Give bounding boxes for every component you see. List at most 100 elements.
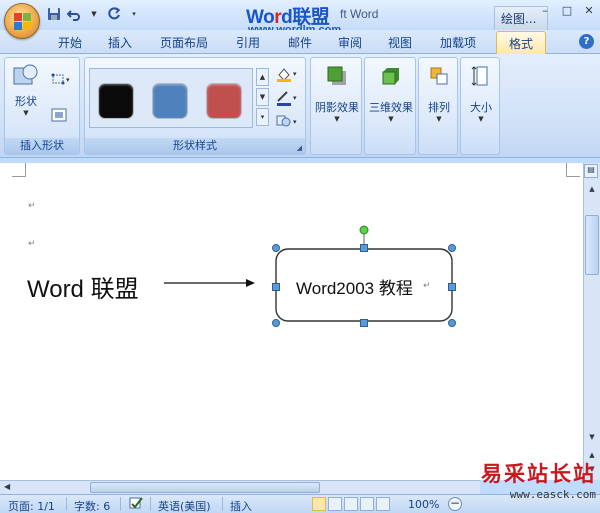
svg-text:▾: ▾ [66,76,70,84]
group-size: 大小 ▼ [460,57,500,155]
shapes-button[interactable]: 形状 ▼ [9,62,43,117]
scroll-down-arrow[interactable]: ▼ [586,433,598,445]
zoom-level[interactable]: 100% [408,498,439,511]
group-label-shape-styles: 形状样式 [85,138,305,154]
edge-handle-top [360,244,368,252]
shapes-icon [13,64,38,85]
vertical-scrollbar[interactable]: ▲ ▼ ▲ ▼ [583,163,600,480]
group-arrange: 排列 ▼ [418,57,458,155]
svg-text:▾: ▾ [293,118,297,126]
ribbon-tabs: 开始 插入 页面布局 引用 邮件 审阅 视图 加载项 格式 [0,30,600,55]
arrange-icon [430,67,448,85]
status-separator [222,497,223,511]
group-label-insert-shapes: 插入形状 [5,138,79,154]
close-button[interactable]: ✕ [582,4,596,17]
svg-text:▾: ▾ [293,94,297,102]
shape-style-black[interactable] [99,84,133,118]
size-icon [471,66,488,86]
site-watermark-cn: 易采站长站 [481,461,596,486]
size-button[interactable]: 大小 ▼ [463,64,499,123]
customize-qat-icon[interactable]: ▾ [126,6,142,22]
undo-icon[interactable] [66,6,82,22]
group-shape-styles: ▲ ▼ ▾ ▾ ▾ ▾ 形状样式 ◢ [84,57,306,155]
tab-review[interactable]: 审阅 [338,34,362,51]
text-box-icon[interactable] [51,108,67,125]
document-page[interactable]: ↵ ↵ Word 联盟 Word2003 教程 ↵ [0,163,583,480]
office-button[interactable] [4,3,40,39]
status-separator [66,497,67,511]
proofing-icon[interactable] [128,496,144,513]
window-title: ft Word [340,7,379,21]
scroll-up-arrow[interactable]: ▲ [586,185,598,197]
shadow-effects-button[interactable]: 阴影效果 ▼ [313,64,361,123]
corner-handle-tr [448,244,456,252]
site-watermark: 易采站长站 www.easck.com [481,458,596,501]
tab-references[interactable]: 引用 [236,34,260,51]
gallery-more[interactable]: ▾ [256,108,269,126]
full-screen-reading-view-icon[interactable] [328,497,342,511]
maximize-button[interactable]: □ [560,4,574,17]
page-corner-mark [566,163,580,177]
shape-outline-icon[interactable]: ▾ [275,90,301,109]
page-corner-mark [12,163,26,177]
3d-effects-icon [382,68,399,85]
3d-effects-button[interactable]: 三维效果 ▼ [367,64,415,123]
office-logo-icon [14,13,31,30]
horizontal-scrollbar[interactable]: ◀ [0,480,480,494]
dialog-launcher-icon[interactable]: ◢ [297,144,302,152]
shape-fill-icon[interactable]: ▾ [275,66,301,85]
web-layout-view-icon[interactable] [344,497,358,511]
gallery-scroll-down[interactable]: ▼ [256,88,269,106]
horizontal-scroll-thumb[interactable] [90,482,320,493]
view-ruler-button[interactable]: ▤ [584,164,598,178]
edge-handle-left [272,283,280,291]
corner-handle-bl [272,319,280,327]
window-controls: – □ ✕ [538,4,596,17]
outline-view-icon[interactable] [360,497,374,511]
tab-insert[interactable]: 插入 [108,34,132,51]
save-icon[interactable] [46,6,62,22]
tab-mailings[interactable]: 邮件 [288,34,312,51]
redo-icon[interactable] [106,6,122,22]
status-page[interactable]: 页面: 1/1 [8,498,55,513]
status-word-count[interactable]: 字数: 6 [74,498,110,513]
edit-shape-icon[interactable]: ▾ [51,72,73,89]
rotation-handle [359,225,369,235]
site-watermark-url: www.easck.com [509,488,596,501]
shape-style-blue[interactable] [153,84,187,118]
status-separator [120,497,121,511]
scroll-left-arrow[interactable]: ◀ [4,482,10,491]
left-text: Word 联盟 [27,276,139,303]
tab-format[interactable]: 格式 [496,31,547,55]
print-layout-view-icon[interactable] [312,497,326,511]
edge-handle-right [448,283,456,291]
status-language[interactable]: 英语(美国) [158,498,211,513]
corner-handle-tl [272,244,280,252]
selection-handles [272,225,456,327]
tab-page-layout[interactable]: 页面布局 [160,34,208,51]
draft-view-icon[interactable] [376,497,390,511]
quick-access-toolbar: ▼ ▾ [46,6,142,22]
tab-addins[interactable]: 加载项 [440,34,476,51]
zoom-out-button[interactable]: − [448,497,462,511]
minimize-button[interactable]: – [538,4,552,17]
tab-home[interactable]: 开始 [58,34,82,51]
paragraph-mark: ↵ [28,201,36,211]
paragraph-mark: ↵ [28,239,36,249]
shape-style-red[interactable] [207,84,241,118]
ribbon: 形状 ▼ ▾ 插入形状 ▲ ▼ ▾ ▾ ▾ ▾ 形状样式 ◢ 阴影效果 ▼ 三维… [0,54,600,158]
tab-view[interactable]: 视图 [388,34,412,51]
corner-handle-br [448,319,456,327]
arrow-shape[interactable] [160,273,260,293]
gallery-scroll-up[interactable]: ▲ [256,68,269,86]
status-insert-mode[interactable]: 插入 [230,498,252,513]
undo-dropdown-icon[interactable]: ▼ [86,6,102,22]
help-icon[interactable]: ? [579,34,594,49]
status-separator [150,497,151,511]
group-insert-shapes: 形状 ▼ ▾ 插入形状 [4,57,80,155]
svg-text:▾: ▾ [293,70,297,78]
change-shape-icon[interactable]: ▾ [275,114,301,131]
vertical-scroll-thumb[interactable] [585,215,599,275]
arrange-button[interactable]: 排列 ▼ [421,64,457,123]
group-3d-effects: 三维效果 ▼ [364,57,416,155]
